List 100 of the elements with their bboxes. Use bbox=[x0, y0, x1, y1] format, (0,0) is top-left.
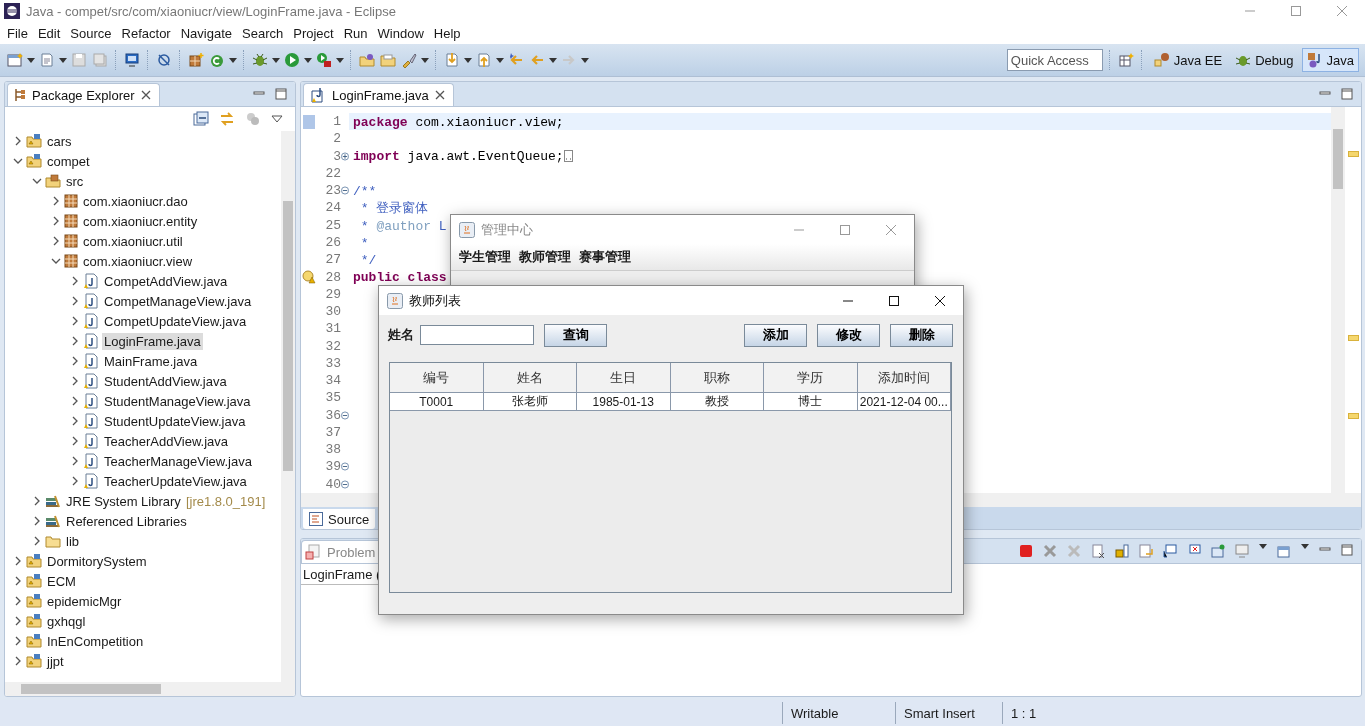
vertical-scrollbar[interactable] bbox=[281, 131, 295, 682]
chevron-right-icon[interactable] bbox=[70, 316, 80, 326]
pin-icon[interactable] bbox=[1211, 544, 1225, 558]
chevron-right-icon[interactable] bbox=[13, 136, 23, 146]
tree-item[interactable]: cars bbox=[45, 132, 74, 150]
tree-item[interactable]: CompetUpdateView.java bbox=[102, 312, 249, 330]
chevron-right-icon[interactable] bbox=[70, 476, 80, 486]
tree-item[interactable]: ECM bbox=[45, 572, 78, 590]
caret-icon[interactable] bbox=[229, 57, 237, 63]
menu-item[interactable]: 学生管理 bbox=[455, 248, 515, 266]
action-button[interactable]: 添加 bbox=[744, 323, 807, 347]
chevron-right-icon[interactable] bbox=[70, 456, 80, 466]
tree-item[interactable]: CompetManageView.java bbox=[102, 292, 254, 310]
menu-item[interactable]: Edit bbox=[32, 25, 66, 41]
horizontal-scrollbar[interactable] bbox=[5, 682, 295, 696]
editor-tab[interactable]: LoginFrame.java bbox=[303, 83, 454, 106]
chevron-right-icon[interactable] bbox=[13, 596, 23, 606]
chevron-right-icon[interactable] bbox=[13, 556, 23, 566]
tree-item[interactable]: TeacherUpdateView.java bbox=[102, 472, 249, 490]
menu-item[interactable]: Refactor bbox=[116, 25, 176, 41]
menu-item[interactable]: File bbox=[2, 25, 33, 41]
chevron-right-icon[interactable] bbox=[70, 416, 80, 426]
tree-item[interactable]: InEnCompetition bbox=[45, 632, 146, 650]
menu-item[interactable]: Run bbox=[338, 25, 373, 41]
slashed-circle-icon[interactable] bbox=[155, 51, 173, 69]
tree-item[interactable]: TeacherManageView.java bbox=[102, 452, 254, 470]
chevron-right-icon[interactable] bbox=[51, 196, 61, 206]
chevron-right-icon[interactable] bbox=[70, 296, 80, 306]
close-icon[interactable] bbox=[935, 295, 945, 306]
chevron-right-icon[interactable] bbox=[32, 536, 42, 546]
chevron-right-icon[interactable] bbox=[70, 396, 80, 406]
open-perspective-icon[interactable] bbox=[1116, 51, 1135, 69]
clear-console-icon[interactable] bbox=[1091, 544, 1105, 558]
tree-item[interactable]: StudentAddView.java bbox=[102, 372, 229, 390]
caret-icon[interactable] bbox=[421, 57, 429, 63]
chevron-right-icon[interactable] bbox=[13, 576, 23, 586]
menu-item[interactable]: 赛事管理 bbox=[575, 248, 635, 266]
chevron-down-icon[interactable] bbox=[51, 256, 61, 266]
perspective-button[interactable]: Java bbox=[1301, 48, 1359, 72]
tree-item[interactable]: com.xiaoniucr.entity bbox=[81, 212, 200, 230]
collapse-fold-icon[interactable] bbox=[341, 462, 349, 472]
collapse-fold-icon[interactable] bbox=[341, 410, 349, 420]
tree-item[interactable]: StudentUpdateView.java bbox=[102, 412, 248, 430]
tree-item[interactable]: JRE System Library bbox=[64, 492, 183, 510]
tree-item[interactable]: jjpt bbox=[45, 652, 66, 670]
vertical-scrollbar[interactable] bbox=[1331, 107, 1345, 493]
play-icon[interactable] bbox=[283, 51, 301, 69]
menu-item[interactable]: Window bbox=[372, 25, 429, 41]
column-header[interactable]: 生日 bbox=[577, 363, 671, 393]
chevron-right-icon[interactable] bbox=[51, 236, 61, 246]
chevron-right-icon[interactable] bbox=[70, 376, 80, 386]
column-header[interactable]: 添加时间 bbox=[857, 363, 951, 393]
column-header[interactable]: 姓名 bbox=[483, 363, 577, 393]
package-plus-icon[interactable] bbox=[187, 51, 205, 69]
menu-item[interactable]: Source bbox=[65, 25, 117, 41]
collapse-all-icon[interactable] bbox=[193, 111, 209, 127]
tree-item[interactable]: com.xiaoniucr.dao bbox=[81, 192, 190, 210]
new-console-icon[interactable] bbox=[1277, 544, 1291, 558]
collapse-fold-icon[interactable] bbox=[341, 186, 349, 196]
tree-item[interactable]: compet bbox=[45, 152, 92, 170]
close-icon[interactable] bbox=[140, 90, 151, 100]
query-button[interactable]: 查询 bbox=[544, 323, 607, 347]
menu-item[interactable]: 教师管理 bbox=[515, 248, 575, 266]
tree-item[interactable]: MainFrame.java bbox=[102, 352, 200, 370]
tree-item[interactable]: TeacherAddView.java bbox=[102, 432, 231, 450]
maximize-icon[interactable] bbox=[889, 295, 899, 306]
caret-icon[interactable] bbox=[549, 57, 557, 63]
scroll-lock-icon[interactable] bbox=[1115, 544, 1129, 558]
chevron-right-icon[interactable] bbox=[13, 656, 23, 666]
console-icon[interactable] bbox=[1163, 544, 1177, 558]
caret-icon[interactable] bbox=[336, 57, 344, 63]
caret-icon[interactable] bbox=[1301, 544, 1309, 549]
view-menu-icon[interactable] bbox=[271, 115, 283, 123]
tree-item[interactable]: LoginFrame.java bbox=[102, 332, 203, 350]
monitor-icon[interactable] bbox=[123, 51, 141, 69]
caret-icon[interactable] bbox=[27, 57, 35, 63]
close-icon[interactable] bbox=[434, 90, 445, 100]
chevron-right-icon[interactable] bbox=[32, 496, 42, 506]
tree-item[interactable]: gxhqgl bbox=[45, 612, 88, 630]
chevron-right-icon[interactable] bbox=[32, 516, 42, 526]
name-field[interactable] bbox=[420, 325, 534, 345]
menu-item[interactable]: Navigate bbox=[175, 25, 237, 41]
menu-item[interactable]: Help bbox=[428, 25, 466, 41]
caret-icon[interactable] bbox=[496, 57, 504, 63]
chevron-right-icon[interactable] bbox=[13, 636, 23, 646]
run-tool-icon[interactable] bbox=[315, 51, 333, 69]
collapse-fold-icon[interactable] bbox=[341, 479, 349, 489]
caret-icon[interactable] bbox=[581, 57, 589, 63]
menu-item[interactable]: Project bbox=[288, 25, 339, 41]
chevron-right-icon[interactable] bbox=[70, 276, 80, 286]
tree-item[interactable]: lib bbox=[64, 532, 81, 550]
tree-item[interactable]: src bbox=[64, 172, 86, 190]
view-tab[interactable]: Package Explorer bbox=[7, 83, 160, 106]
action-button[interactable]: 删除 bbox=[890, 323, 953, 347]
bug-icon[interactable] bbox=[251, 51, 269, 69]
column-header[interactable]: 学历 bbox=[764, 363, 858, 393]
chevron-right-icon[interactable] bbox=[70, 336, 80, 346]
open-folder-icon[interactable] bbox=[358, 51, 376, 69]
menu-item[interactable]: Search bbox=[237, 25, 289, 41]
chevron-down-icon[interactable] bbox=[13, 156, 23, 166]
